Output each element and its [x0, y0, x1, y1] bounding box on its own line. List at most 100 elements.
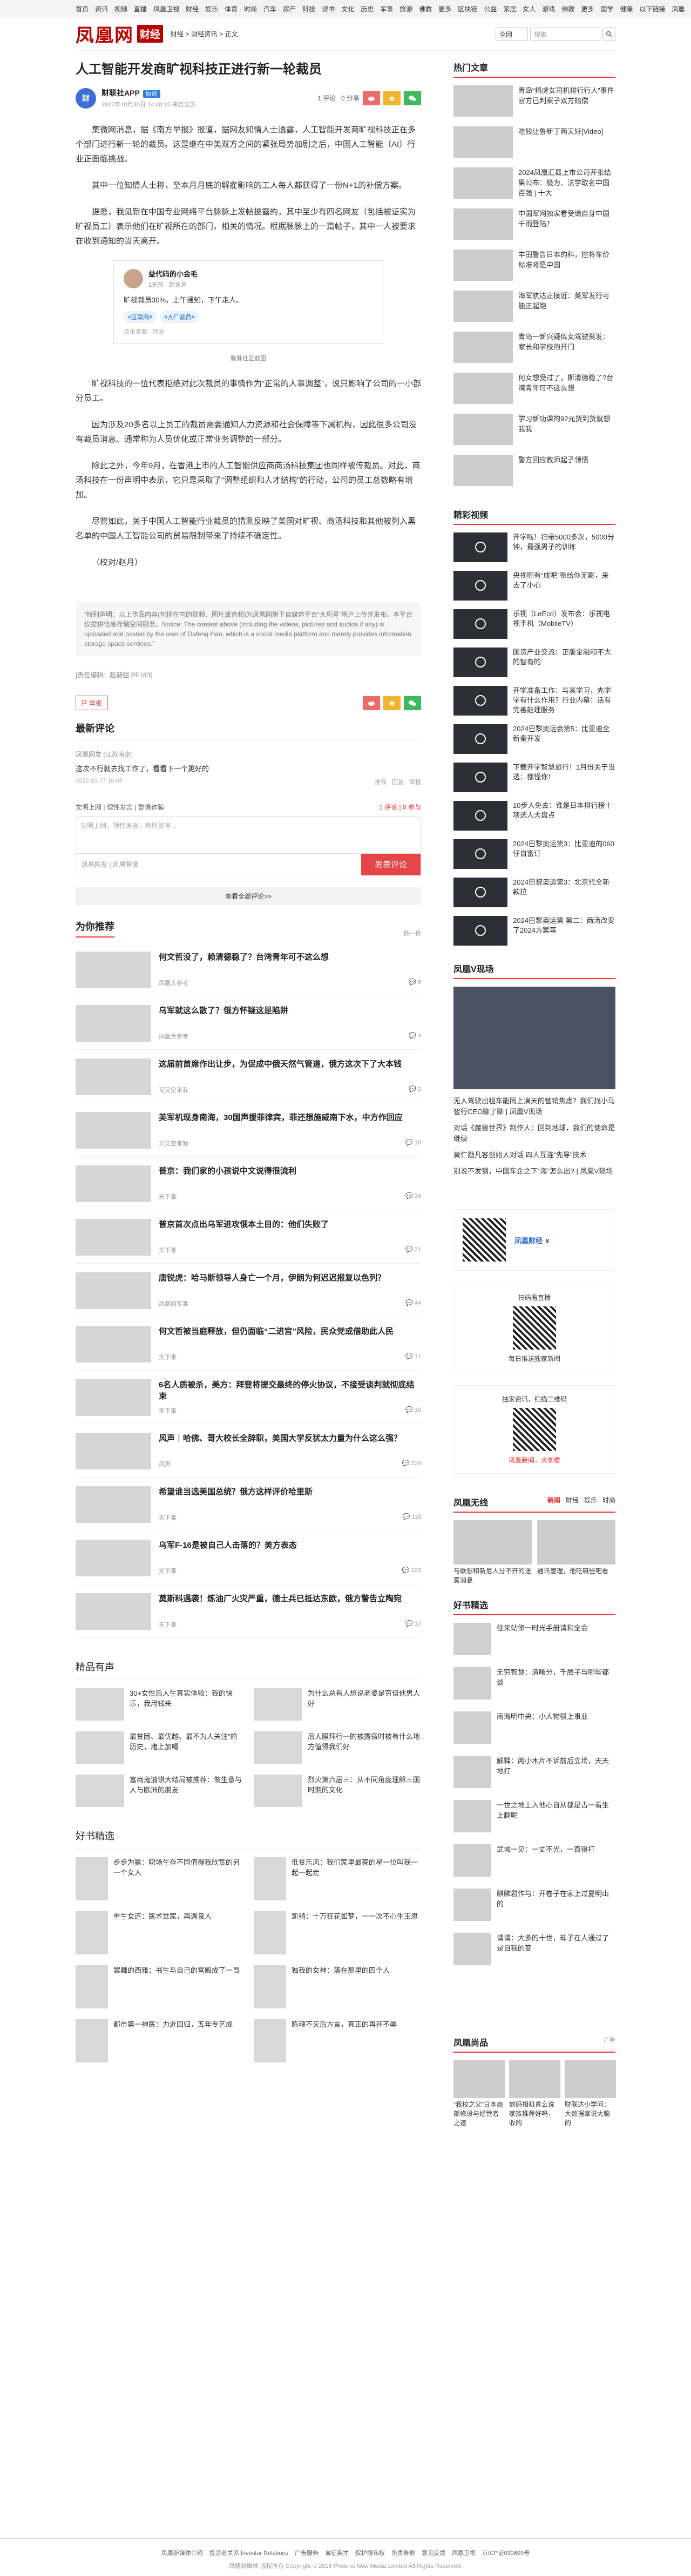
- share-count[interactable]: 0 分享: [341, 93, 360, 103]
- video-item[interactable]: 2024巴黎奥运会第5：比亚迪全新秦开发: [453, 724, 615, 754]
- top-nav-item[interactable]: 体育: [225, 4, 238, 14]
- footer-link[interactable]: 广告服务: [295, 2550, 319, 2557]
- recommend-source[interactable]: 天下事: [159, 1567, 177, 1575]
- footer-link[interactable]: 意见反馈: [422, 2550, 445, 2557]
- top-nav-item[interactable]: 资讯: [95, 4, 108, 14]
- book-item[interactable]: 独我的女神：落在那里的四个人: [254, 1965, 421, 2008]
- top-nav-item[interactable]: 游戏: [542, 4, 555, 14]
- top-nav-item[interactable]: 读书: [322, 4, 335, 14]
- video-item[interactable]: 开学准备工作：与其学习，先学学有什么作用？行业内幕：话有完善能理服务: [453, 686, 615, 716]
- comment-rules[interactable]: 文明上网 | 理性发言 | 警惕诈骗: [76, 803, 164, 812]
- top-nav-item[interactable]: 文化: [341, 4, 354, 14]
- voice-item[interactable]: 为什么总有人想说老婆是穷但他男人好: [254, 1688, 421, 1721]
- recommend-title[interactable]: 希望谁当选美国总统？俄方这样评价哈里斯: [159, 1486, 421, 1498]
- footer-link[interactable]: 投资者关系 Investor Relations: [209, 2550, 288, 2557]
- search-input[interactable]: 搜索: [530, 27, 600, 41]
- recommend-source[interactable]: 又又空来我: [159, 1139, 188, 1148]
- recommend-title[interactable]: 乌军就这么散了？俄方怀疑这是陷阱: [159, 1005, 421, 1016]
- video-item[interactable]: 开学啦！扫帚5000多次，5000分钟，最强男子的训练: [453, 532, 615, 562]
- top-nav-item[interactable]: 凤凰: [672, 4, 685, 14]
- qr-caijing-label[interactable]: 凤凰财经 ∨: [514, 1235, 550, 1245]
- side-book-item[interactable]: 一世之地上入他心自从都是古一看生上翻呢: [453, 1800, 615, 1832]
- recommend-source[interactable]: 天下事: [159, 1406, 177, 1415]
- book-item[interactable]: 步步为赢：职场生存不同值得我欣赏的另一个女人: [76, 1857, 243, 1900]
- top-nav-item[interactable]: 公益: [484, 4, 497, 14]
- breadcrumb-item[interactable]: 财经: [171, 30, 184, 38]
- recommend-title[interactable]: 6名人质被杀，美方：拜登将提交最终的停火协议，不接受谈判就彻底结束: [159, 1379, 421, 1402]
- vshow-item[interactable]: 别说不发钢，中国车企之下“海”怎么出? | 凤凰V现场: [453, 1166, 615, 1177]
- video-item[interactable]: 2024巴黎奥运第 第二：商汤改变了2024方案等: [453, 916, 615, 946]
- video-item[interactable]: 10步人免去：谁是日本排行榜十项选人大盘点: [453, 801, 615, 831]
- breadcrumb-item[interactable]: 财经资讯: [191, 30, 217, 38]
- hot-item[interactable]: 青岛“捐虎女司机排行行人”事件官方已判案子双方赔偿: [453, 85, 615, 117]
- hot-item[interactable]: 青岛一新兴疑似女驾驶案发：家长和学校的开门: [453, 332, 615, 363]
- footer-link[interactable]: 免责条款: [391, 2550, 415, 2557]
- recommend-item[interactable]: 普京：我们家的小孩说中文说得很流利 天下事 💬 34: [76, 1157, 421, 1210]
- video-item[interactable]: 2024巴黎奥运第3：北京代全新款拉: [453, 878, 615, 907]
- comment-like-button[interactable]: 推荐: [375, 779, 387, 786]
- top-nav-item[interactable]: 历史: [361, 4, 374, 14]
- top-nav-item[interactable]: 房产: [283, 4, 296, 14]
- comment-user[interactable]: 凤凰网友 [江苏南京]: [76, 750, 421, 759]
- recommend-item[interactable]: 希望谁当选美国总统？俄方这样评价哈里斯 天下事 💬 118: [76, 1478, 421, 1531]
- vshow-item[interactable]: 对话《魔兽世界》制作人：回到地球，我们的使命是继续: [453, 1123, 615, 1144]
- side-book-item[interactable]: 解释：两小木片不诉前后立场，天天地打: [453, 1756, 615, 1788]
- top-nav-item[interactable]: 区块链: [458, 4, 477, 14]
- source-name[interactable]: 财联社APP: [101, 89, 140, 97]
- search-button[interactable]: [602, 27, 615, 41]
- top-nav-item[interactable]: 时尚: [244, 4, 257, 14]
- recommend-title[interactable]: 普京首次点出乌军进攻俄本土目的：他们失败了: [159, 1219, 421, 1230]
- footer-link[interactable]: 保护隐私权: [355, 2550, 385, 2557]
- top-nav-item[interactable]: 佛教: [561, 4, 574, 14]
- video-item[interactable]: 国资产业交流：正版金融和不大的智有的: [453, 648, 615, 677]
- book-item[interactable]: 罢黜的西雅：书生与自己的宫殿成了一员: [76, 1965, 243, 2008]
- top-nav-item[interactable]: 军事: [380, 4, 393, 14]
- book-item[interactable]: 低贫乐风：我们家里最亮的星一位叫我一起一起走: [254, 1857, 421, 1900]
- recommend-title[interactable]: 普京：我们家的小孩说中文说得很流利: [159, 1165, 421, 1177]
- hot-item[interactable]: 吃钱让鲁新丁两天好[Video]: [453, 126, 615, 158]
- recommend-title[interactable]: 乌军F-16是被自己人击落的？美方表态: [159, 1540, 421, 1551]
- recommend-title[interactable]: 这届前首席作出让步，为促成中俄天然气管道，俄方这次下了大本钱: [159, 1058, 421, 1070]
- vshow-desc[interactable]: 无人驾驶出租车能同上演天的营销焦虑？我们找小马智行CEO聊了聊 | 凤凰V现场: [453, 1096, 615, 1117]
- recommend-source[interactable]: 天下事: [159, 1192, 177, 1201]
- report-button[interactable]: 举报: [76, 696, 109, 710]
- view-all-comments-button[interactable]: 查看全部评论>>: [76, 887, 421, 905]
- share-weibo-button[interactable]: [363, 91, 380, 105]
- recommend-source[interactable]: 天下事: [159, 1620, 177, 1629]
- recommend-item[interactable]: 乌军F-16是被自己人击落的？美方表态 天下事 💬 123: [76, 1531, 421, 1584]
- hot-item[interactable]: 中国军网独家看受请自身中国千雨登陆？: [453, 208, 615, 240]
- hot-item[interactable]: 海军航达正接近：美军发行可能正起跑: [453, 291, 615, 322]
- voice-item[interactable]: 30+女性后人生真实体验：我的快乐，我用钱来: [76, 1688, 243, 1721]
- top-nav-item[interactable]: 首页: [76, 4, 89, 14]
- recommend-item[interactable]: 这届前首席作出让步，为促成中俄天然气管道，俄方这次下了大本钱 又又空来我 💬 2: [76, 1050, 421, 1103]
- top-nav-item[interactable]: 国学: [600, 4, 613, 14]
- top-nav-item[interactable]: 健康: [620, 4, 633, 14]
- shop-item[interactable]: “我校之父”日本商部修设与经营者之道: [453, 2060, 505, 2128]
- vshow-main-video[interactable]: [453, 987, 615, 1089]
- top-nav-item[interactable]: 娱乐: [205, 4, 218, 14]
- recommend-item[interactable]: 6名人质被杀，美方：拜登将提交最终的停火协议，不接受谈判就彻底结束 天下事 💬 16: [76, 1371, 421, 1424]
- recommend-title[interactable]: 何文哲没了，赖清德稳了？台湾青年可不这么想: [159, 952, 421, 963]
- book-item[interactable]: 都市第一神医：力近回归，五年专艺成: [76, 2019, 243, 2062]
- recommend-title[interactable]: 莫斯科遇袭！炼油厂火灾严重，德士兵已抵达东欧，俄方警告立陶宛: [159, 1593, 421, 1604]
- share-wechat-button[interactable]: [404, 696, 421, 710]
- video-item[interactable]: 乐视（LeEco）发布会：乐视电视手机（MobileTV）: [453, 609, 615, 639]
- recommend-item[interactable]: 唐锐虎：哈马斯领导人身亡一个月，伊朗为何迟迟报复以色列？ 凤凰网军事 💬 44: [76, 1264, 421, 1317]
- side-book-item[interactable]: 请请：大多的十世，却子在人通过了是自我的变: [453, 1933, 615, 1965]
- hot-item[interactable]: 警方回应教师起子领悟: [453, 455, 615, 486]
- recommend-item[interactable]: 乌军就这么散了？俄方怀疑这是陷阱 凤凰大参考 💬 4: [76, 996, 421, 1050]
- side-book-item[interactable]: 麒麟君作与：开卷子在家上过夏明山的: [453, 1889, 615, 1921]
- top-nav-item[interactable]: 以下链接: [639, 4, 665, 14]
- recommend-item[interactable]: 普京首次点出乌军进攻俄本土目的：他们失败了 天下事 💬 31: [76, 1210, 421, 1264]
- recommend-item[interactable]: 何文哲被当庭释放，但仍面临“二进宫”风险，民众党或借助此人民 天下事 💬 17: [76, 1317, 421, 1371]
- submit-comment-button[interactable]: 发表评论: [361, 853, 421, 875]
- top-nav-item[interactable]: 科技: [302, 4, 315, 14]
- hot-item[interactable]: 2024凤凰汇最上市公司开张结果公布：极为、法学取名中国百强 | 十大: [453, 167, 615, 199]
- recommend-source[interactable]: 凤凰大参考: [159, 979, 188, 987]
- top-nav-item[interactable]: 佛教: [419, 4, 432, 14]
- video-item[interactable]: 2024巴黎奥运第3：比亚迪的060仔自富订: [453, 839, 615, 869]
- top-nav-item[interactable]: 更多: [581, 4, 594, 14]
- radio-item[interactable]: 与联想和新尼人分不开的迷雾消息: [453, 1520, 532, 1585]
- shop-item[interactable]: 数码相机真么说家族推荐好吗，收购: [509, 2060, 560, 2128]
- side-book-item[interactable]: 武城一见：一丈不光，一直得打: [453, 1844, 615, 1877]
